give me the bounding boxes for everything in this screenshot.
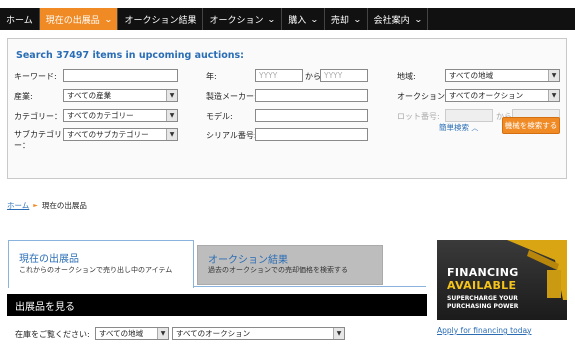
subcategory-label: サブカテゴリー： — [14, 130, 62, 150]
tab-auction-results-subtitle: 過去のオークションでの売却価格を検索する — [208, 266, 348, 274]
year-range-separator: から — [305, 72, 321, 81]
inventory-region-select[interactable]: すべての地域 ▼ — [95, 327, 169, 340]
nav-buy-label: 購入 — [288, 15, 307, 26]
inventory-auction-value: すべてのオークション — [176, 329, 251, 338]
nav-about-label: 会社案内 — [373, 15, 410, 26]
chevron-down-icon: ⌄ — [103, 14, 113, 24]
search-machines-button[interactable]: 機械を検索する — [502, 117, 560, 134]
dropdown-arrow-icon: ▼ — [333, 328, 344, 339]
auction-select[interactable]: すべてのオークション ▼ — [445, 89, 560, 102]
dropdown-arrow-icon: ▼ — [157, 328, 168, 339]
nav-buy[interactable]: 購入 ⌄ — [282, 8, 325, 30]
nav-current-items[interactable]: 現在の出展品 ⌄ — [39, 8, 119, 30]
manufacturer-input[interactable] — [255, 89, 368, 102]
region-label: 地域: — [397, 72, 416, 81]
chevron-down-icon: ⌄ — [310, 14, 319, 24]
nav-home[interactable]: ホーム — [0, 8, 40, 30]
region-select-value: すべての地域 — [449, 71, 494, 80]
nav-auctions[interactable]: オークション ⌄ — [203, 8, 283, 30]
financing-ad[interactable]: FINANCING AVAILABLE SUPERCHARGE YOUR PUR… — [437, 240, 567, 320]
auction-label: オークション: — [397, 92, 448, 101]
breadcrumb-arrow-icon: ► — [33, 202, 38, 209]
model-label: モデル: — [206, 112, 233, 121]
ad-headline-1: FINANCING — [447, 266, 519, 279]
apply-financing-link[interactable]: Apply for financing today — [437, 326, 532, 335]
keyword-input[interactable] — [63, 69, 178, 82]
serial-number-input[interactable] — [255, 128, 368, 141]
tab-current-items-subtitle: これからのオークションで売り出し中のアイテム — [19, 266, 173, 274]
search-title: Search 37497 items in upcoming auctions: — [16, 50, 244, 61]
category-select-value: すべてのカテゴリー — [67, 111, 134, 120]
search-panel: Search 37497 items in upcoming auctions:… — [7, 38, 567, 179]
browse-items-header: 出展品を見る — [7, 294, 427, 316]
manufacturer-label: 製造メーカー: — [206, 92, 257, 101]
chevron-down-icon: ⌄ — [413, 14, 423, 24]
top-nav: ホーム 現在の出展品 ⌄ オークション結果 オークション ⌄ 購入 ⌄ 売却 ⌄ 会社案… — [0, 8, 575, 30]
serial-number-label: シリアル番号: — [206, 131, 257, 140]
nav-home-label: ホーム — [6, 15, 33, 26]
breadcrumb-current: 現在の出展品 — [41, 201, 87, 210]
chevron-down-icon: ⌄ — [352, 14, 362, 24]
chevron-down-icon: ⌄ — [267, 14, 277, 24]
simple-search-link[interactable]: 簡単検索 ︿ — [439, 122, 478, 133]
tab-auction-results-title: オークション結果 — [208, 255, 288, 266]
inventory-region-value: すべての地域 — [99, 329, 144, 338]
year-label: 年: — [206, 72, 217, 81]
year-from-input[interactable]: YYYY — [255, 69, 303, 82]
industry-select[interactable]: すべての産業 ▼ — [63, 89, 178, 102]
simple-search-label: 簡単検索 — [439, 123, 469, 132]
nav-auction-results[interactable]: オークション結果 — [118, 8, 204, 30]
category-label: カテゴリー： — [14, 112, 62, 121]
subcategory-select[interactable]: すべてのサブカテゴリー ▼ — [63, 128, 178, 141]
tab-auction-results[interactable]: オークション結果 過去のオークションでの売却価格を検索する — [197, 245, 383, 285]
ad-tagline-2: PURCHASING POWER — [447, 303, 519, 310]
year-to-input[interactable]: YYYY — [320, 69, 368, 82]
lot-number-label: ロット番号: — [397, 112, 440, 121]
region-select[interactable]: すべての地域 ▼ — [445, 69, 560, 82]
nav-sell-label: 売却 — [330, 15, 349, 26]
chevron-up-icon: ︿ — [471, 124, 479, 132]
nav-current-items-label: 現在の出展品 — [45, 15, 100, 26]
tab-divider — [194, 286, 426, 287]
auction-select-value: すべてのオークション — [449, 91, 524, 100]
category-select[interactable]: すべてのカテゴリー ▼ — [63, 109, 178, 122]
tab-current-items-title: 現在の出展品 — [19, 254, 79, 265]
dropdown-arrow-icon: ▼ — [166, 129, 177, 140]
dropdown-arrow-icon: ▼ — [166, 90, 177, 101]
model-input[interactable] — [255, 109, 368, 122]
nav-sell[interactable]: 売却 ⌄ — [325, 8, 368, 30]
ad-headline-2: AVAILABLE — [447, 279, 517, 292]
dropdown-arrow-icon: ▼ — [548, 70, 559, 81]
inventory-label: 在庫をご覧ください: — [15, 330, 90, 339]
nav-auction-results-label: オークション結果 — [124, 15, 197, 26]
dropdown-arrow-icon: ▼ — [548, 90, 559, 101]
breadcrumb: ホーム ► 現在の出展品 — [7, 200, 87, 211]
inventory-auction-select[interactable]: すべてのオークション ▼ — [172, 327, 345, 340]
apply-financing-period: . — [526, 326, 529, 335]
keyword-label: キーワード: — [14, 72, 57, 81]
breadcrumb-home[interactable]: ホーム — [7, 200, 29, 211]
subcategory-select-value: すべてのサブカテゴリー — [67, 130, 149, 139]
nav-about[interactable]: 会社案内 ⌄ — [368, 8, 429, 30]
tab-current-items[interactable]: 現在の出展品 これからのオークションで売り出し中のアイテム — [8, 240, 194, 288]
industry-label: 産業: — [14, 92, 33, 101]
ad-tagline-1: SUPERCHARGE YOUR — [447, 295, 518, 302]
industry-select-value: すべての産業 — [67, 91, 112, 100]
nav-auctions-label: オークション — [209, 15, 264, 26]
lot-from-input[interactable] — [445, 109, 493, 122]
dropdown-arrow-icon: ▼ — [166, 110, 177, 121]
